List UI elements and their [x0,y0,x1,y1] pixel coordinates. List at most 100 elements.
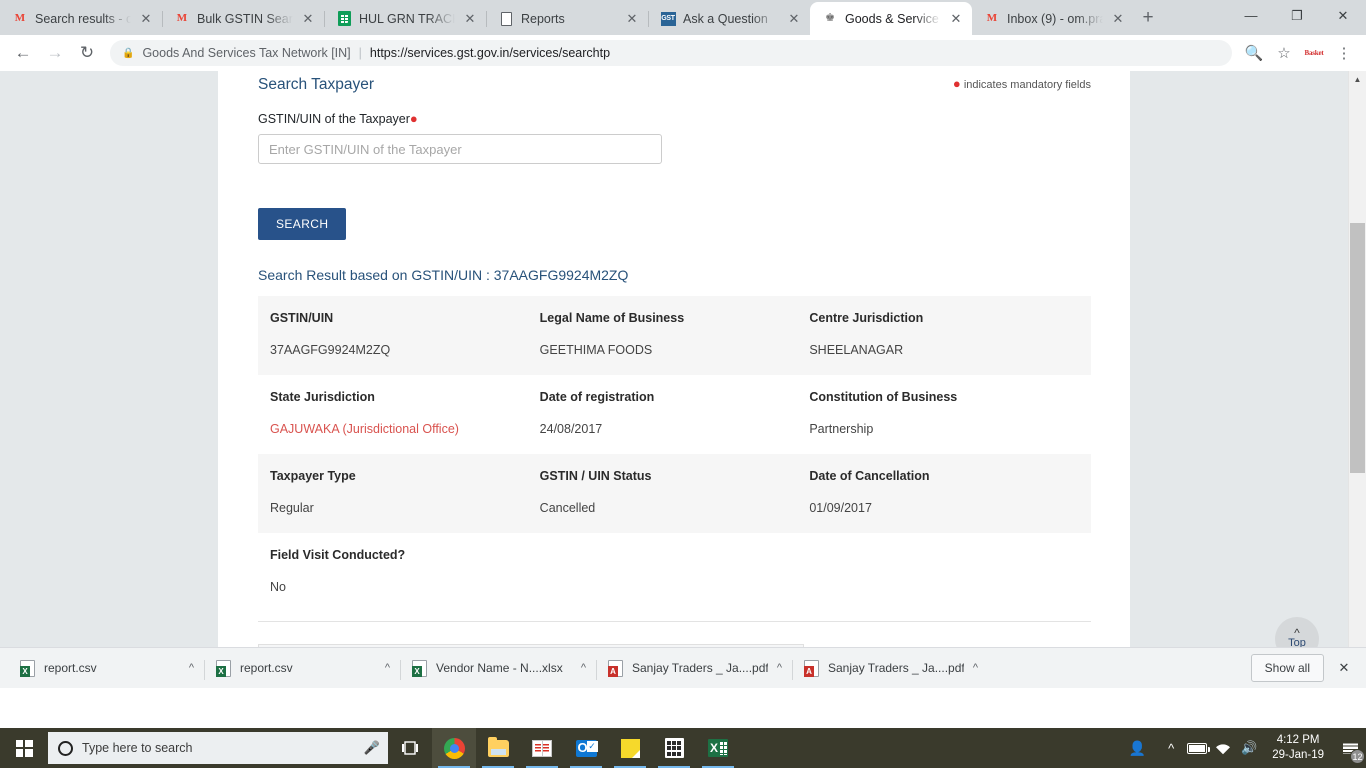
show-hidden-icons-chevron-up-icon[interactable]: ^ [1158,728,1184,768]
tab-close-icon[interactable]: ✕ [1110,11,1126,27]
speaker-icon[interactable]: 🔊 [1236,728,1262,768]
three-dot-menu-icon[interactable]: ⋮ [1330,39,1358,67]
folder-icon [487,736,509,757]
star-icon[interactable]: ☆ [1270,39,1298,67]
page-header: Search Taxpayer ● indicates mandatory fi… [258,71,1091,95]
new-tab-button[interactable]: + [1134,4,1162,32]
wifi-icon[interactable] [1210,728,1236,768]
task-view-glyph [402,741,418,755]
start-button[interactable] [0,728,48,768]
reload-icon[interactable]: ↻ [72,38,102,68]
action-center-icon[interactable]: 12 [1334,728,1366,768]
download-item[interactable]: Vendor Name - N....xlsx ^ [400,654,596,683]
minimize-button[interactable]: — [1228,0,1274,31]
microphone-icon[interactable]: 🎤 [364,740,380,756]
table-cell-taxpayer-type: Taxpayer Type Regular [270,469,540,515]
download-filename: Sanjay Traders _ Ja....pdf [828,661,964,675]
excel-icon: X [708,739,728,757]
clock-date: 29-Jan-19 [1272,749,1324,761]
taskbar-app-outlook[interactable] [564,728,608,768]
search-button[interactable]: SEARCH [258,208,347,240]
chevron-up-icon[interactable]: ^ [973,662,978,674]
tab-search-results[interactable]: M Search results - on ✕ [0,2,162,35]
people-icon[interactable]: 👤 [1116,728,1158,768]
taskbar-search-box[interactable]: Type here to search 🎤 [48,732,388,764]
india-emblem-icon: ♚ [825,12,835,24]
chevron-up-icon[interactable]: ^ [189,662,194,674]
gstin-input[interactable] [258,134,662,164]
tab-goods-and-service-tax[interactable]: ♚ Goods & Service T ✕ [810,2,972,35]
cell-value: GEETHIMA FOODS [539,343,653,357]
wifi-glyph [1216,743,1231,754]
cell-value: SHEELANAGAR [809,343,904,357]
taskbar-app-dictionary[interactable] [520,728,564,768]
taskbar-app-chrome[interactable] [432,728,476,768]
chevron-up-icon[interactable]: ^ [581,662,586,674]
tab-close-icon[interactable]: ✕ [624,11,640,27]
pdf-file-icon [608,659,623,677]
download-item[interactable]: Sanjay Traders _ Ja....pdf ^ [596,654,792,683]
search-icon[interactable]: 🔍 [1240,39,1268,67]
required-dot-icon: ● [409,111,418,126]
download-item[interactable]: report.csv ^ [8,654,204,683]
tab-hul-grn-tracker[interactable]: HUL GRN TRACKER ✕ [324,2,486,35]
clock[interactable]: 4:12 PM 29-Jan-19 [1262,733,1334,763]
taskbar-app-sticky-notes[interactable] [608,728,652,768]
tab-close-icon[interactable]: ✕ [300,11,316,27]
show-all-downloads-button[interactable]: Show all [1250,654,1324,682]
address-bar[interactable]: 🔒 Goods And Services Tax Network [IN] | … [110,40,1232,66]
tab-close-icon[interactable]: ✕ [138,11,154,27]
note-icon [620,738,640,758]
download-item[interactable]: Sanjay Traders _ Ja....pdf ^ [792,654,988,683]
pdf-file-icon [804,659,819,677]
chevron-up-icon[interactable]: ^ [777,662,782,674]
taskbar-app-excel[interactable]: X [696,728,740,768]
cell-value-link[interactable]: GAJUWAKA (Jurisdictional Office) [270,422,540,436]
search-taxpayer-page: Search Taxpayer ● indicates mandatory fi… [258,71,1091,687]
browser-window: M Search results - on ✕ M Bulk GSTIN Sea… [0,0,1366,728]
table-cell-legal-name: Legal Name of Business GEETHIMA FOODS [540,311,810,357]
tab-close-icon[interactable]: ✕ [786,11,802,27]
document-icon [498,11,514,27]
table-cell-gstin-status: GSTIN / UIN Status Cancelled [540,469,810,515]
vertical-scrollbar[interactable]: ▲ ▼ [1348,71,1366,687]
excel-file-icon [412,659,427,677]
gmail-icon: M [14,12,26,24]
windows-taskbar: Type here to search 🎤 X 👤 ^ [0,728,1366,768]
tab-title: Bulk GSTIN Search [197,11,293,26]
gmail-icon: M [986,12,998,24]
maximize-button[interactable]: ❐ [1274,0,1320,31]
calculator-icon [664,738,684,758]
tab-close-icon[interactable]: ✕ [462,11,478,27]
column-header: Centre Jurisdiction [809,311,924,325]
system-tray: 👤 ^ 🔊 4:12 PM 29-Jan-19 12 [1116,728,1366,768]
page-viewport: Search Taxpayer ● indicates mandatory fi… [0,71,1366,687]
forward-arrow-icon[interactable]: → [40,38,70,68]
gstin-field-label: GSTIN/UIN of the Taxpayer● [258,112,1091,126]
column-header: Legal Name of Business [539,311,685,325]
tab-close-icon[interactable]: ✕ [948,11,964,27]
battery-icon[interactable] [1184,728,1211,768]
table-cell-gstin: GSTIN/UIN 37AAGFG9924M2ZQ [270,311,540,357]
cell-value: 01/09/2017 [809,501,872,515]
back-arrow-icon[interactable]: ← [8,38,38,68]
cell-value: No [270,580,286,594]
tab-inbox[interactable]: M Inbox (9) - om.pra ✕ [972,2,1134,35]
download-item[interactable]: report.csv ^ [204,654,400,683]
close-window-button[interactable]: ✕ [1320,0,1366,31]
tab-bulk-gstin-search[interactable]: M Bulk GSTIN Search ✕ [162,2,324,35]
extension-basket-icon[interactable]: Basket [1300,39,1328,67]
cell-value: Cancelled [539,501,596,515]
column-header: State Jurisdiction [270,390,375,404]
chevron-up-icon[interactable]: ^ [385,662,390,674]
tab-reports[interactable]: Reports ✕ [486,2,648,35]
task-view-icon[interactable] [388,728,432,768]
close-download-shelf-icon[interactable]: ✕ [1330,654,1358,682]
taskbar-app-file-explorer[interactable] [476,728,520,768]
scroll-up-arrow-icon[interactable]: ▲ [1349,71,1366,88]
scrollbar-thumb[interactable] [1350,223,1365,473]
tab-ask-a-question[interactable]: GST Ask a Question ✕ [648,2,810,35]
taskbar-app-calculator[interactable] [652,728,696,768]
tab-title: Reports [521,11,565,26]
taskbar-search-placeholder: Type here to search [82,741,193,755]
